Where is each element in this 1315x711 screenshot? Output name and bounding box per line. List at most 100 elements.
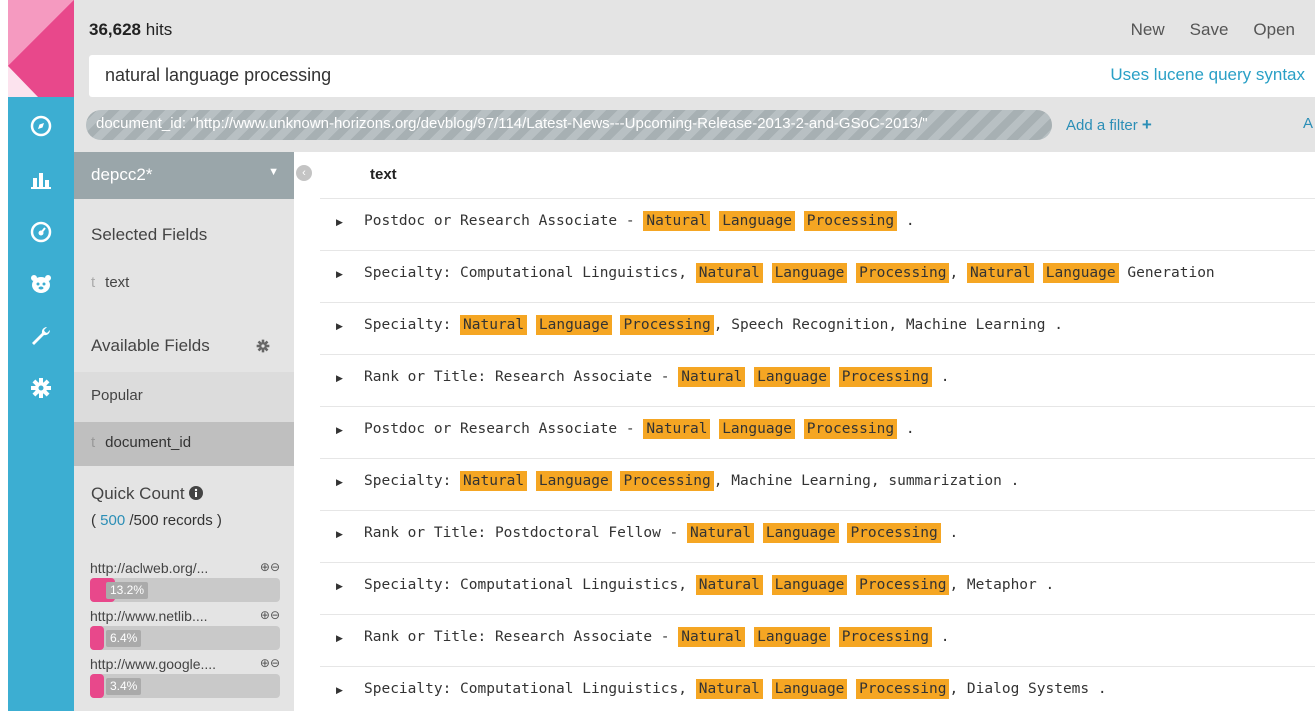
expand-arrow-icon[interactable]: ▶ [336, 217, 343, 228]
table-row[interactable]: ▶ Postdoc or Research Associate - Natural… [320, 198, 1315, 250]
gear-icon[interactable] [8, 362, 74, 414]
open-button[interactable]: Open [1253, 20, 1295, 40]
expand-arrow-icon[interactable]: ▶ [336, 633, 343, 644]
expand-arrow-icon[interactable]: ▶ [336, 685, 343, 696]
magnifier-icons[interactable]: ⊕⊖ [260, 656, 280, 672]
expand-arrow-icon[interactable]: ▶ [336, 581, 343, 592]
quick-count-title: Quick Count [91, 484, 204, 504]
zoom-out-icon[interactable]: ⊖ [270, 656, 280, 670]
quick-count-item: http://aclweb.org/... ⊕⊖ 13.2% [90, 560, 280, 602]
table-row[interactable]: ▶ Rank or Title: Research Associate - Nat… [320, 614, 1315, 666]
row-text: Rank or Title: Research Associate - Natu… [364, 367, 950, 387]
table-row[interactable]: ▶ Specialty: Natural Language Processing,… [320, 302, 1315, 354]
filter-pill[interactable]: document_id: "http://www.unknown-horizon… [86, 110, 1052, 140]
zoom-out-icon[interactable]: ⊖ [270, 608, 280, 622]
search-input[interactable]: natural language processing Uses lucene … [89, 55, 1315, 97]
zoom-out-icon[interactable]: ⊖ [270, 560, 280, 574]
highlight-term: Language [535, 315, 612, 335]
index-pattern-select[interactable]: depcc2* ▼ [74, 152, 294, 199]
quick-count-value: http://aclweb.org/... [90, 560, 209, 576]
row-text: Postdoc or Research Associate - Natural … [364, 419, 915, 439]
table-row[interactable]: ▶ Specialty: Computational Linguistics, N… [320, 562, 1315, 614]
dashboard-icon[interactable] [8, 206, 74, 258]
quick-count-item: http://www.netlib.... ⊕⊖ 6.4% [90, 608, 280, 650]
highlight-term: Natural [966, 263, 1035, 283]
zoom-in-icon[interactable]: ⊕ [260, 560, 270, 574]
table-row[interactable]: ▶ Specialty: Computational Linguistics, N… [320, 250, 1315, 302]
save-button[interactable]: Save [1190, 20, 1229, 40]
plus-icon: + [1141, 115, 1152, 134]
expand-arrow-icon[interactable]: ▶ [336, 373, 343, 384]
expand-arrow-icon[interactable]: ▶ [336, 477, 343, 488]
quick-count-bar: 6.4% [90, 626, 280, 650]
expand-arrow-icon[interactable]: ▶ [336, 529, 343, 540]
highlight-term: Language [1042, 263, 1119, 283]
table-row[interactable]: ▶ Postdoc or Research Associate - Natural… [320, 406, 1315, 458]
table-row[interactable]: ▶ Rank or Title: Postdoctoral Fellow - Na… [320, 510, 1315, 562]
highlight-term: Natural [643, 211, 711, 231]
filter-bar: document_id: "http://www.unknown-horizon… [74, 97, 1315, 152]
discover-header: 36,628 hits New Save Open natural langua… [74, 0, 1315, 97]
selected-field-text[interactable]: t text [91, 274, 129, 291]
column-header-text[interactable]: text [370, 166, 397, 183]
expand-arrow-icon[interactable]: ▶ [336, 425, 343, 436]
kibana-logo[interactable] [8, 0, 74, 97]
quick-count-item: http://www.google.... ⊕⊖ 3.4% [90, 656, 280, 698]
highlight-term: Processing [856, 263, 950, 283]
field-settings-gear-icon[interactable] [256, 339, 270, 358]
results-table: text ▶ Postdoc or Research Associate - Na… [320, 152, 1315, 711]
highlight-term: Language [754, 367, 830, 387]
info-icon[interactable] [189, 486, 204, 500]
top-menu: New Save Open [1131, 20, 1295, 40]
expand-arrow-icon[interactable]: ▶ [336, 321, 343, 332]
quick-count-percent: 3.4% [106, 678, 142, 695]
quick-count-fill [90, 626, 104, 650]
highlight-term: Natural [460, 315, 528, 335]
new-button[interactable]: New [1131, 20, 1165, 40]
quick-count-percent: 6.4% [106, 630, 142, 647]
magnifier-icons[interactable]: ⊕⊖ [260, 608, 280, 624]
highlight-term: Natural [695, 679, 763, 699]
row-text: Specialty: Computational Linguistics, Na… [364, 679, 1107, 699]
quick-count-value: http://www.google.... [90, 656, 217, 672]
search-query-text[interactable]: natural language processing [105, 65, 331, 86]
row-text: Specialty: Computational Linguistics, Na… [364, 263, 1215, 283]
wrench-icon[interactable] [8, 310, 74, 362]
records-shown-link[interactable]: 500 [100, 512, 125, 529]
records-count: ( 500 /500 records ) [91, 512, 222, 529]
highlight-term: Processing [856, 679, 950, 699]
expand-arrow-icon[interactable]: ▶ [336, 269, 343, 280]
bear-icon[interactable] [8, 258, 74, 310]
highlight-term: Processing [856, 575, 950, 595]
highlight-term: Processing [620, 315, 714, 335]
lucene-syntax-link[interactable]: Uses lucene query syntax [1110, 65, 1305, 85]
zoom-in-icon[interactable]: ⊕ [260, 608, 270, 622]
table-row[interactable]: ▶ Specialty: Computational Linguistics, N… [320, 666, 1315, 711]
quick-count-bar: 13.2% [90, 578, 280, 602]
available-fields-title: Available Fields [91, 336, 210, 355]
highlight-term: Natural [643, 419, 711, 439]
highlight-term: Natural [678, 367, 746, 387]
filter-actions-link[interactable]: A [1303, 115, 1313, 132]
selected-fields-title: Selected Fields [91, 225, 208, 244]
highlight-term: Processing [803, 211, 898, 231]
compass-icon[interactable] [8, 97, 74, 154]
magnifier-icons[interactable]: ⊕⊖ [260, 560, 280, 576]
string-type-icon: t [91, 274, 96, 291]
highlight-term: Natural [687, 523, 755, 543]
highlight-term: Natural [695, 575, 763, 595]
quick-count-fill [90, 674, 104, 698]
highlight-term: Processing [620, 471, 714, 491]
table-row[interactable]: ▶ Rank or Title: Research Associate - Nat… [320, 354, 1315, 406]
quick-count-bar: 3.4% [90, 674, 280, 698]
table-row[interactable]: ▶ Specialty: Natural Language Processing,… [320, 458, 1315, 510]
collapse-sidebar-icon[interactable]: ‹ [296, 165, 312, 181]
highlight-term: Language [719, 419, 796, 439]
field-document-id[interactable]: t document_id [74, 422, 294, 466]
bar-chart-icon[interactable] [8, 154, 74, 206]
add-filter-link[interactable]: Add a filter + [1066, 115, 1152, 135]
zoom-in-icon[interactable]: ⊕ [260, 656, 270, 670]
caret-down-icon: ▼ [268, 166, 279, 178]
string-type-icon: t [91, 434, 96, 451]
field-sidebar: depcc2* ▼ Selected Fields t text Availabl… [74, 152, 294, 711]
